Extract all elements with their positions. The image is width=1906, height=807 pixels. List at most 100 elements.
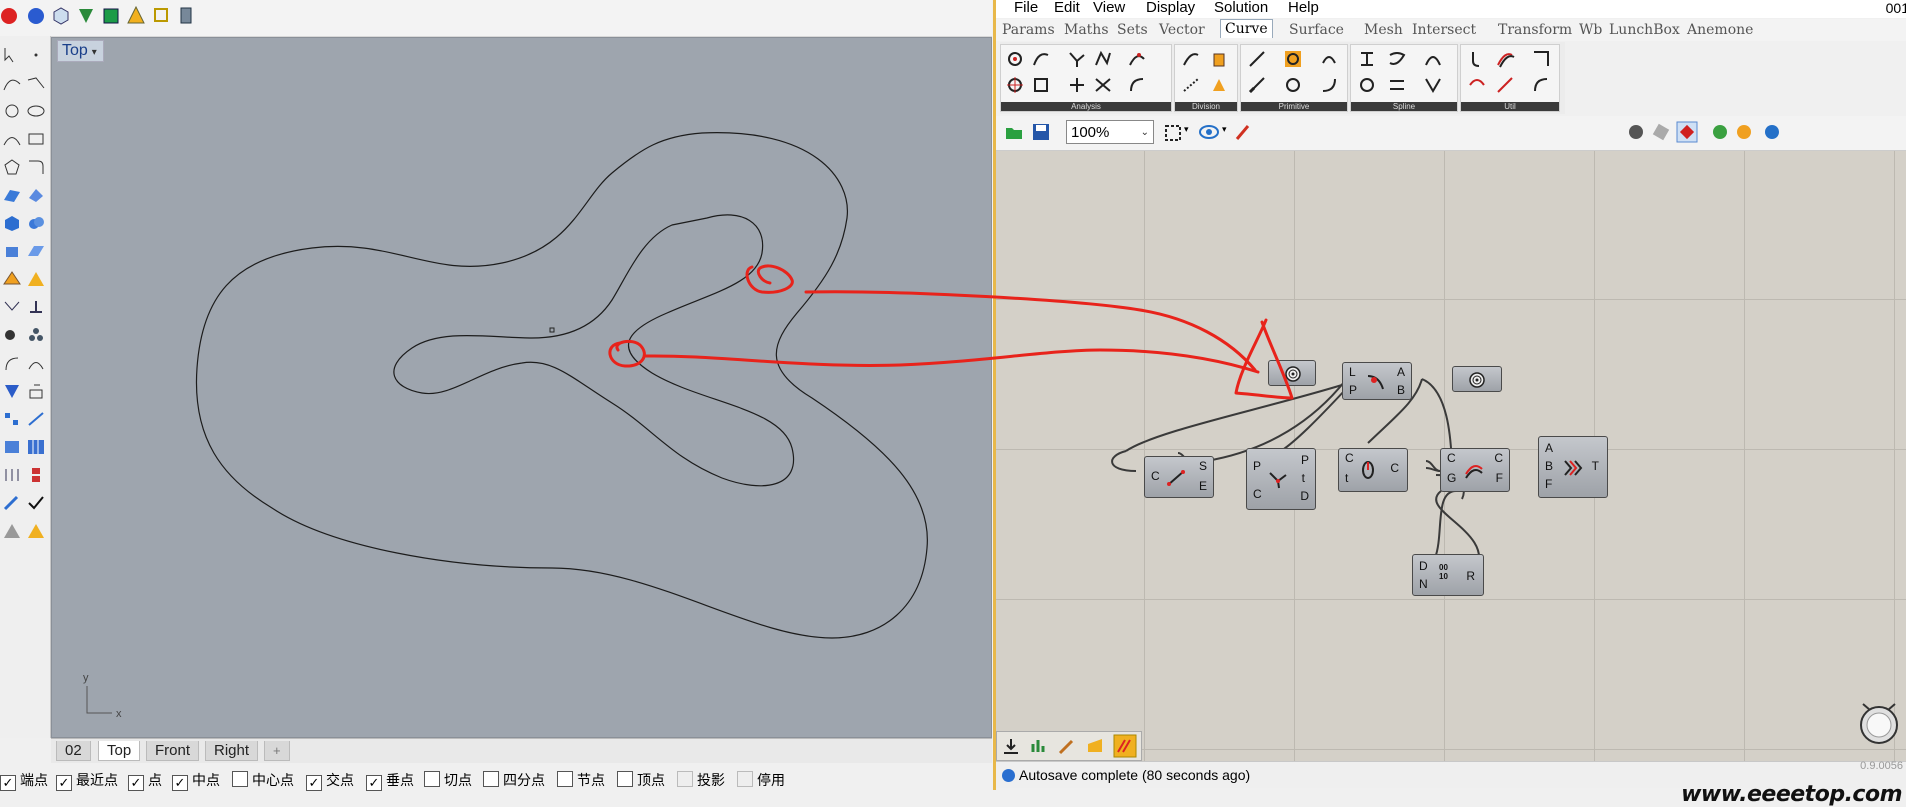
end-points-icon[interactable] (1067, 49, 1087, 69)
flip-curve-icon[interactable] (1467, 75, 1487, 95)
ribbon-label-util[interactable]: Util (1461, 102, 1559, 111)
length-icon[interactable] (1031, 75, 1051, 95)
dimension-icon[interactable] (2, 298, 22, 316)
pencil-icon[interactable] (1057, 736, 1077, 756)
port-t[interactable]: T (1592, 459, 1599, 473)
port-b[interactable]: B (1545, 459, 1553, 473)
polyarc-icon[interactable] (1357, 75, 1377, 95)
block-icon[interactable] (26, 326, 46, 344)
flip-node[interactable]: C G C F (1440, 448, 1510, 492)
gh-canvas[interactable]: L P A B C S E P C P t D C t C C G C F A … (996, 151, 1906, 761)
tab-view-front[interactable]: Front (146, 741, 200, 761)
port-f[interactable]: F (1496, 471, 1503, 485)
port-d[interactable]: D (1300, 489, 1309, 503)
ribbon-label-analysis[interactable]: Analysis (1001, 102, 1171, 111)
menu-edit[interactable]: Edit (1054, 0, 1080, 16)
arc-3pt-icon[interactable] (1283, 49, 1303, 69)
display-selected-icon[interactable] (1676, 121, 1698, 143)
seam-icon[interactable] (1495, 75, 1515, 95)
ribbon-label-division[interactable]: Division (1175, 102, 1237, 111)
line-icon[interactable] (1247, 49, 1267, 69)
port-n[interactable]: N (1419, 577, 1428, 591)
discontinuity-icon[interactable] (1067, 75, 1087, 95)
port-s[interactable]: S (1199, 459, 1207, 473)
osnap-perp[interactable]: ✓ 垂点 (366, 771, 414, 791)
port-a[interactable]: A (1397, 365, 1405, 379)
cone-render-icon[interactable] (26, 522, 46, 540)
ellipse-icon[interactable] (26, 102, 46, 120)
seam-node[interactable]: C t C (1338, 448, 1408, 492)
osnap-point[interactable]: ✓ 点 (128, 771, 162, 791)
text-tool-icon[interactable] (26, 298, 46, 316)
red-sphere-icon[interactable] (0, 4, 22, 26)
transform-icon[interactable] (2, 354, 22, 372)
tab-anemone[interactable]: Anemone (1687, 21, 1753, 39)
chevron-down-icon[interactable]: ⌄ (1141, 121, 1149, 145)
tab-wb[interactable]: Wb (1579, 21, 1602, 39)
array-icon[interactable] (2, 410, 22, 428)
bounding-box-icon[interactable] (150, 4, 172, 26)
osnap-mid[interactable]: ✓ 中点 (172, 771, 220, 791)
material-icon[interactable] (100, 4, 122, 26)
zoom-extents-icon[interactable] (1164, 124, 1184, 142)
port-b[interactable]: B (1397, 383, 1405, 397)
analyze-icon[interactable] (2, 438, 22, 456)
preview-eye-icon[interactable] (1198, 123, 1220, 141)
tab-sets[interactable]: Sets (1117, 21, 1148, 39)
mesh-icon[interactable] (2, 270, 22, 288)
osnap-perp-checkbox[interactable]: ✓ (366, 775, 382, 791)
ribbon-label-primitive[interactable]: Primitive (1241, 102, 1347, 111)
osnap-vertex[interactable]: 顶点 (617, 771, 665, 789)
inner-curve[interactable] (393, 214, 795, 487)
curve-frame-icon[interactable] (1031, 49, 1051, 69)
loft-icon[interactable] (26, 186, 46, 204)
nurbs-curve-icon[interactable] (1387, 49, 1407, 69)
sphere-solid-icon[interactable] (26, 214, 46, 232)
port-c-out[interactable]: C (1494, 451, 1503, 465)
display-wireframe-icon[interactable] (1626, 122, 1646, 142)
arc-sed-icon[interactable] (1319, 75, 1339, 95)
curve-closest-node[interactable]: P C P t D (1246, 448, 1316, 510)
polygon-icon[interactable] (2, 158, 22, 176)
port-c-out[interactable]: C (1390, 461, 1399, 475)
top-viewport[interactable]: Top ▾ y x (51, 37, 992, 738)
chevron-down-icon[interactable]: ▾ (1184, 124, 1189, 135)
osnap-project[interactable]: 投影 (677, 771, 725, 789)
osnap-tan[interactable]: 切点 (424, 771, 472, 789)
tab-intersect[interactable]: Intersect (1412, 21, 1476, 39)
port-a[interactable]: A (1545, 441, 1553, 455)
interpolate-icon[interactable] (1357, 49, 1377, 69)
port-t[interactable]: t (1345, 471, 1348, 485)
chart-icon[interactable] (1029, 736, 1049, 756)
osnap-int[interactable]: ✓ 交点 (306, 771, 354, 791)
curve-edit-icon[interactable] (26, 354, 46, 372)
osnap-project-checkbox[interactable] (677, 771, 693, 787)
shatter-icon[interactable] (1209, 75, 1229, 95)
tab-view-02[interactable]: 02 (56, 741, 91, 761)
fillet-icon[interactable] (26, 158, 46, 176)
menu-solution[interactable]: Solution (1214, 0, 1268, 16)
port-e[interactable]: E (1199, 479, 1207, 493)
port-c[interactable]: C (1447, 451, 1456, 465)
box-icon[interactable] (2, 214, 22, 232)
port-t[interactable]: t (1302, 471, 1305, 485)
osnap-point-checkbox[interactable]: ✓ (128, 775, 144, 791)
divide-length-icon[interactable] (1209, 49, 1229, 69)
properties-icon[interactable] (2, 466, 22, 484)
extend-curve-icon[interactable] (1531, 75, 1551, 95)
menu-display[interactable]: Display (1146, 0, 1195, 16)
port-p[interactable]: P (1253, 459, 1261, 473)
offset-curve-icon[interactable] (1495, 49, 1515, 69)
open-file-icon[interactable] (1004, 122, 1024, 142)
divide-curve-icon[interactable] (1181, 49, 1201, 69)
split-icon[interactable] (26, 382, 46, 400)
divide-distance-icon[interactable] (1181, 75, 1201, 95)
ribbon-label-spline[interactable]: Spline (1351, 102, 1457, 111)
cone-light-icon[interactable] (125, 4, 147, 26)
tab-transform[interactable]: Transform (1498, 21, 1572, 39)
edit-icon[interactable] (2, 494, 22, 512)
extrude-icon[interactable] (2, 242, 22, 260)
preview-material-icon[interactable] (1734, 122, 1754, 142)
curvature-icon[interactable] (1093, 49, 1113, 69)
evaluate-curve-icon[interactable] (1005, 49, 1025, 69)
